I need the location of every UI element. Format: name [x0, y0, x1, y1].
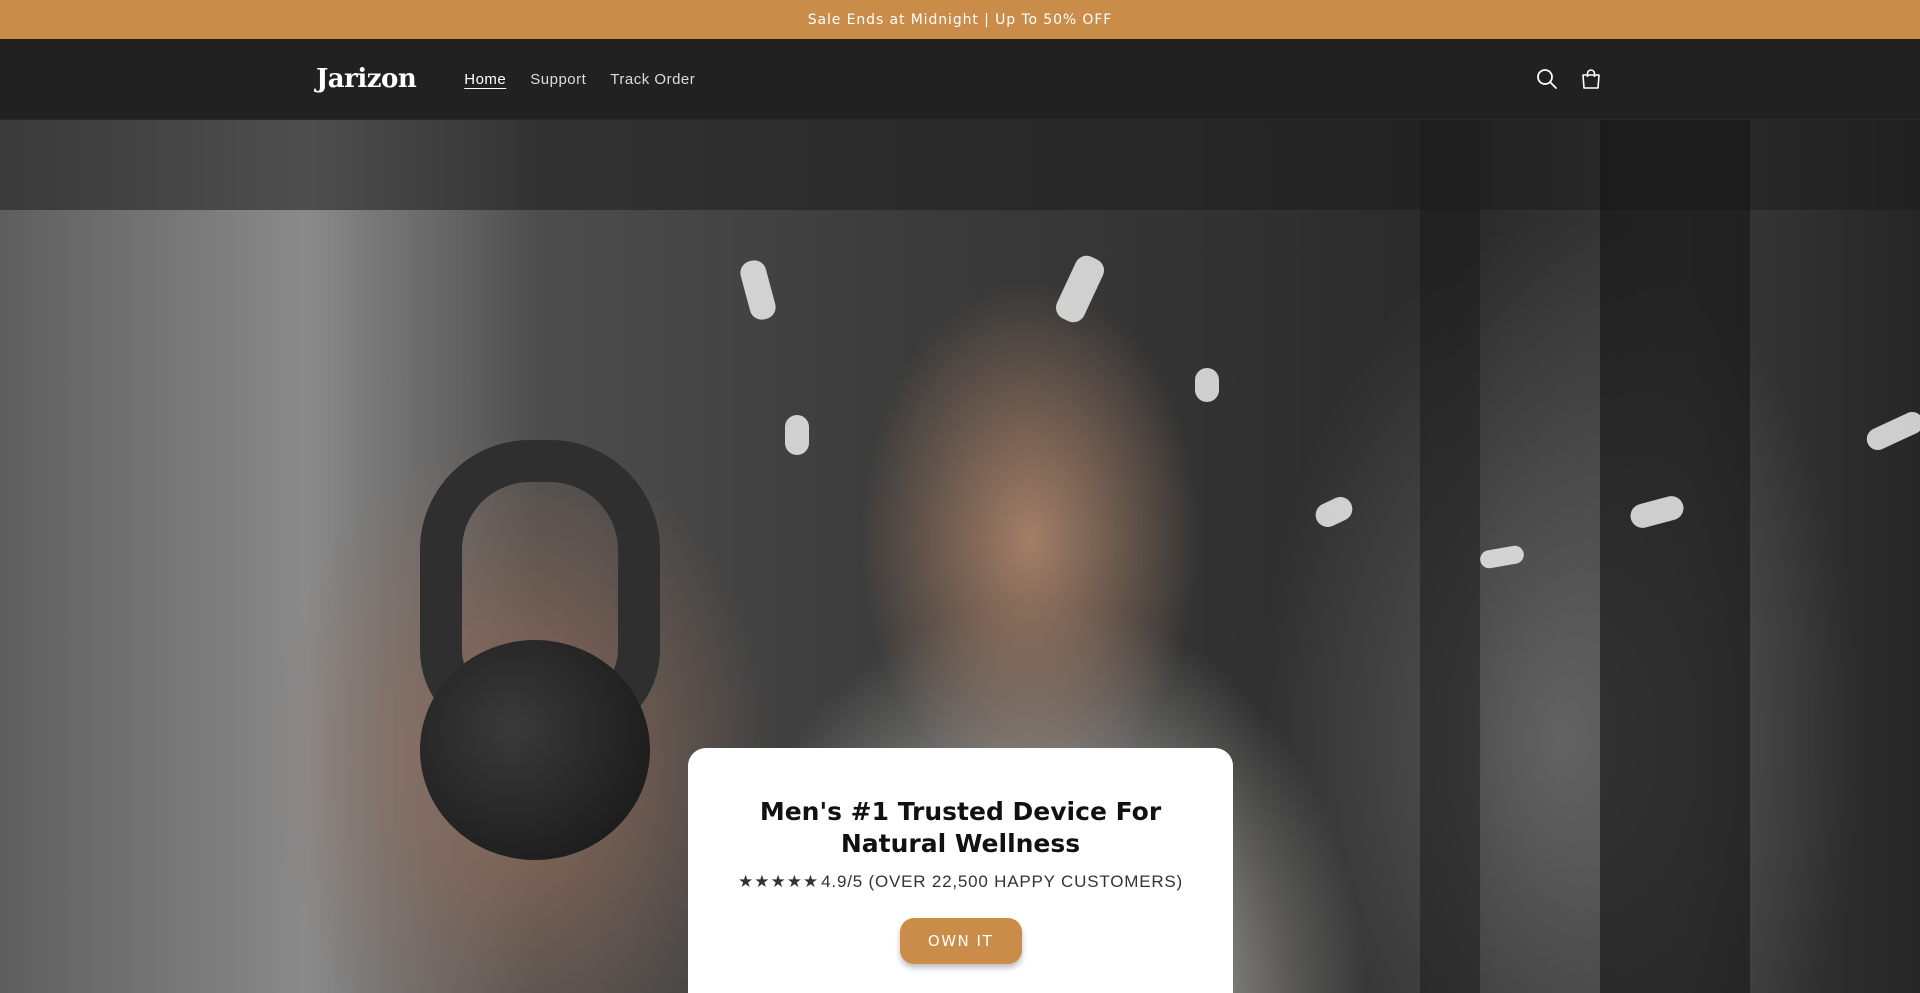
rating-line: ★★★★★ 4.9/5 (OVER 22,500 HAPPY CUSTOMERS)	[688, 872, 1233, 892]
nav-item-home[interactable]: Home	[464, 71, 506, 88]
hero-headline: Men's #1 Trusted Device For Natural Well…	[759, 797, 1162, 858]
search-icon[interactable]	[1534, 66, 1560, 92]
announcement-text: Sale Ends at Midnight | Up To 50% OFF	[807, 11, 1113, 28]
star-rating-icon: ★★★★★	[737, 872, 820, 891]
hero-banner: Men's #1 Trusted Device For Natural Well…	[0, 120, 1920, 993]
cart-icon[interactable]	[1578, 66, 1604, 92]
logo[interactable]: Jarizon	[316, 64, 417, 94]
rating-text: 4.9/5 (OVER 22,500 HAPPY CUSTOMERS)	[821, 872, 1184, 891]
main-nav: Home Support Track Order	[464, 71, 695, 88]
site-header: Jarizon Home Support Track Order	[0, 39, 1920, 120]
own-it-button[interactable]: OWN IT	[899, 918, 1022, 964]
hero-card: Men's #1 Trusted Device For Natural Well…	[688, 748, 1233, 993]
announcement-bar: Sale Ends at Midnight | Up To 50% OFF	[0, 0, 1920, 39]
nav-item-support[interactable]: Support	[530, 71, 586, 88]
nav-item-track-order[interactable]: Track Order	[610, 71, 695, 88]
